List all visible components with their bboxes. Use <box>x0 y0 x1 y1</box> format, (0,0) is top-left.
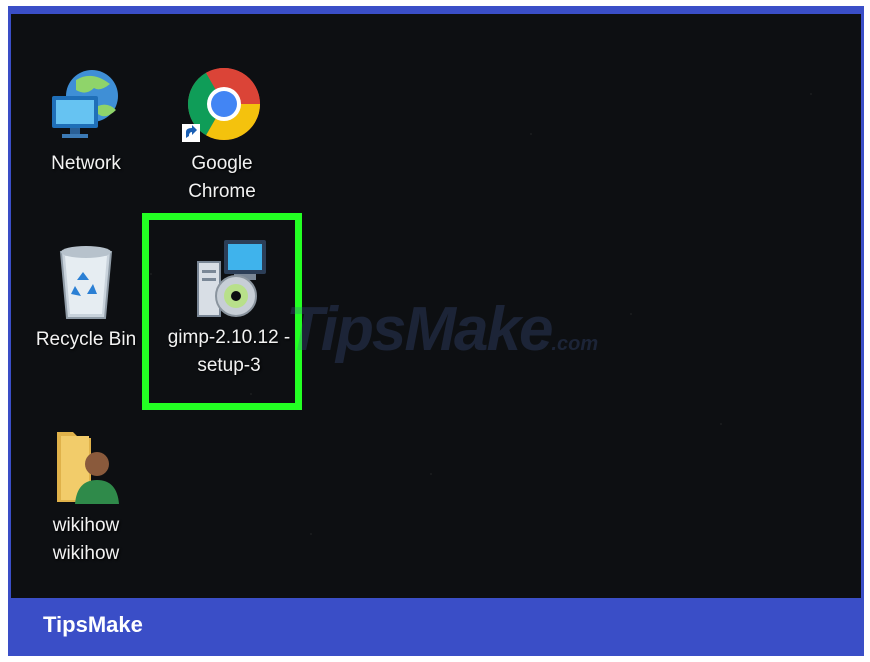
desktop[interactable]: Network Google Chrome Recycle Bin gimp-2… <box>11 14 861 598</box>
user-folder-icon <box>57 432 119 504</box>
icon-label: Recycle Bin <box>35 329 137 350</box>
desktop-icon-network[interactable]: Network <box>31 66 141 178</box>
watermark: TipsMake.com <box>286 295 599 364</box>
icon-label: Network <box>51 153 121 174</box>
brand-label: TipsMake <box>43 612 143 637</box>
chrome-icon <box>182 67 260 142</box>
recycle-bin-icon <box>59 246 113 319</box>
footer-bar: TipsMake <box>11 598 861 652</box>
desktop-icon-google-chrome[interactable]: Google Chrome <box>167 66 277 206</box>
icon-label: Google Chrome <box>188 153 256 202</box>
desktop-icon-recycle-bin[interactable]: Recycle Bin <box>31 242 141 354</box>
desktop-icon-user-folder[interactable]: wikihow wikihow <box>31 424 141 568</box>
network-icon <box>52 70 118 138</box>
icon-label: wikihow wikihow <box>52 515 120 564</box>
highlight-box <box>142 213 302 410</box>
